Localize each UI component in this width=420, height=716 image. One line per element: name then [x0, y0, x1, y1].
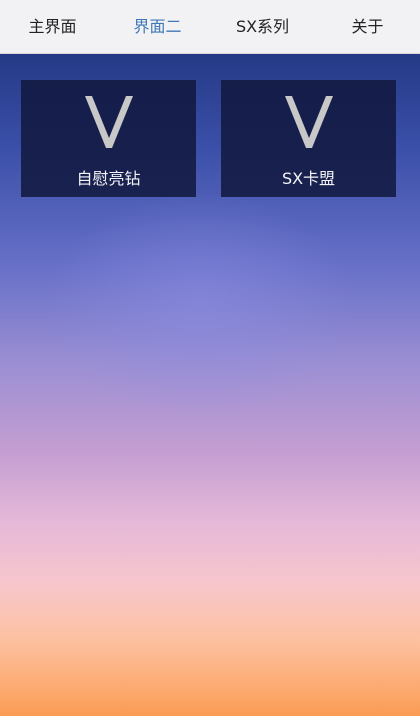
- tab-about[interactable]: 关于: [315, 0, 420, 54]
- tab-screen-two[interactable]: 界面二: [105, 0, 210, 54]
- v-logo-icon: [285, 96, 333, 148]
- tile-label-2: SX卡盟: [281, 169, 336, 188]
- content-area: 自慰亮钻 SX卡盟: [0, 54, 420, 716]
- tab-sx-series[interactable]: SX系列: [210, 0, 315, 54]
- tile-button-1[interactable]: 自慰亮钻: [21, 80, 196, 197]
- tile-button-2[interactable]: SX卡盟: [221, 80, 396, 197]
- tab-bar: 主界面 界面二 SX系列 关于: [0, 0, 420, 54]
- app-screen: 主界面 界面二 SX系列 关于 自慰亮钻 SX卡盟: [0, 0, 420, 716]
- tab-main[interactable]: 主界面: [0, 0, 105, 54]
- v-logo-icon: [85, 96, 133, 148]
- tile-label-1: 自慰亮钻: [76, 169, 141, 188]
